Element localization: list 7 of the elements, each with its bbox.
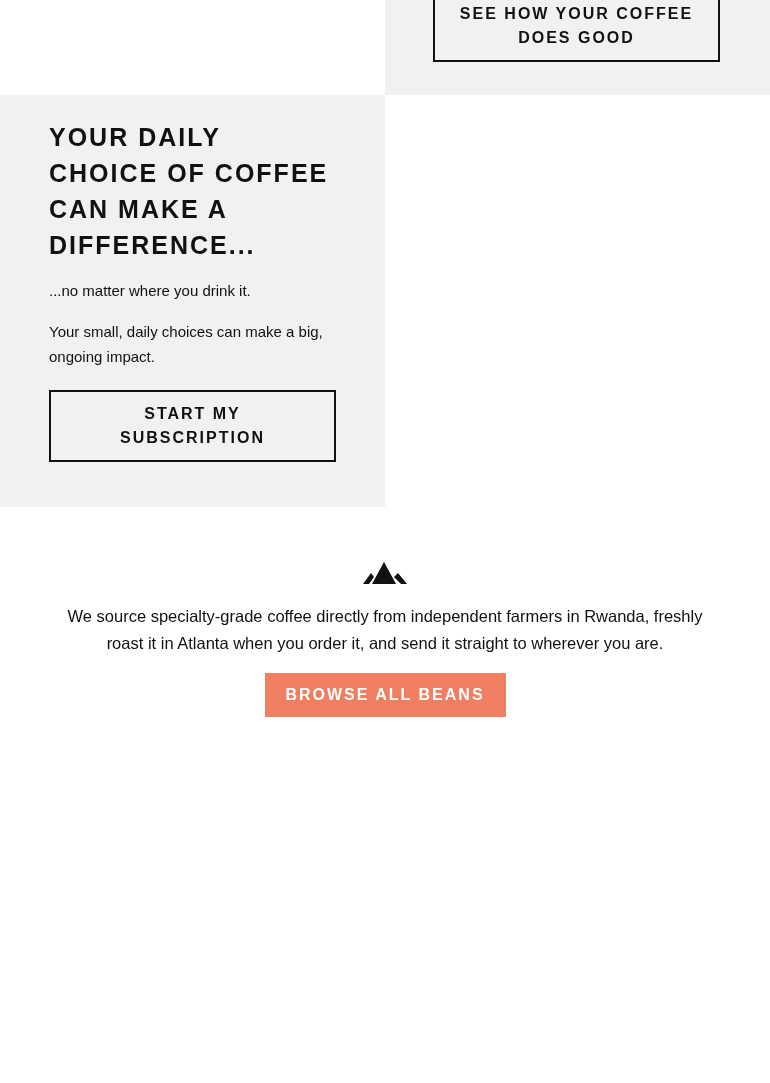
sourcing-text: We source specialty-grade coffee directly from independent farmers in Rwanda, freshly roast it in Atlanta when you order it, and send it straight to wherever you are. bbox=[66, 606, 704, 654]
mountains-icon bbox=[363, 562, 407, 584]
body-text: ...no matter where you drink it. bbox=[49, 281, 252, 301]
see-how-button[interactable]: SEE HOW YOUR COFFEE DOES GOOD bbox=[433, 0, 720, 62]
section-heading: YOUR DAILY CHOICE OF COFFEE CAN MAKE A DIFFERENCE... bbox=[49, 122, 330, 261]
body-text: Your small, daily choices can make a big, ongoing impact. bbox=[49, 322, 324, 367]
subscription-button[interactable]: START MY SUBSCRIPTION bbox=[49, 390, 336, 462]
